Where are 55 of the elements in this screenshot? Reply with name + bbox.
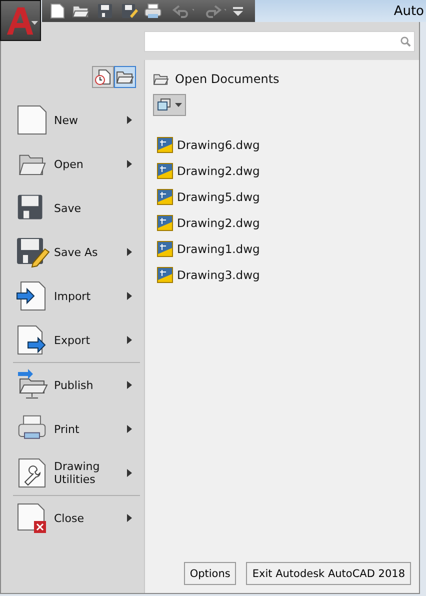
customize-dropdown-icon[interactable] (232, 5, 244, 17)
blank-page-icon (16, 104, 48, 136)
application-menu-button[interactable] (0, 0, 41, 41)
search-field[interactable] (144, 30, 415, 52)
menu-item[interactable]: Export (1, 318, 144, 362)
submenu-arrow-icon (127, 336, 132, 344)
folder-icon[interactable] (72, 3, 90, 19)
menu-item[interactable]: Close (13, 495, 140, 540)
document-item[interactable]: Drawing2.dwg (153, 210, 411, 236)
submenu-arrow-icon (127, 469, 132, 477)
printer-icon[interactable] (144, 3, 162, 19)
submenu-arrow-icon (127, 160, 132, 168)
folder-icon (153, 72, 169, 86)
folder-network-icon (16, 369, 48, 401)
drawing-file-icon (157, 163, 173, 179)
submenu-arrow-icon (127, 116, 132, 124)
submenu-arrow-icon (127, 514, 132, 522)
menu-item[interactable]: Drawing Utilities (1, 451, 144, 495)
menu-item[interactable]: Save As (1, 230, 144, 274)
menu-item[interactable]: New (1, 98, 144, 142)
menu-item[interactable]: Import (1, 274, 144, 318)
drawing-file-icon (157, 189, 173, 205)
drawing-file-icon (157, 241, 173, 257)
document-item[interactable]: Drawing3.dwg (153, 262, 411, 288)
new-file-icon[interactable] (48, 3, 66, 19)
open-documents-button[interactable] (114, 66, 136, 88)
drawing-file-icon (157, 215, 173, 231)
document-item[interactable]: Drawing5.dwg (153, 184, 411, 210)
page-close-icon (16, 502, 48, 534)
submenu-arrow-icon (127, 292, 132, 300)
menu-item[interactable]: Open (1, 142, 144, 186)
save-as-icon[interactable] (120, 3, 138, 19)
submenu-arrow-icon (127, 425, 132, 433)
options-button[interactable]: Options (184, 562, 236, 585)
floppy-pencil-icon (16, 236, 50, 268)
menu-item[interactable]: Publish (13, 362, 140, 407)
submenu-arrow-icon (127, 381, 132, 389)
submenu-arrow-icon (127, 248, 132, 256)
drawing-file-icon (157, 137, 173, 153)
document-item[interactable]: Drawing1.dwg (153, 236, 411, 262)
document-item[interactable]: Drawing6.dwg (153, 132, 411, 158)
document-item[interactable]: Drawing2.dwg (153, 158, 411, 184)
view-dropdown-button[interactable] (153, 94, 186, 116)
page-wrench-icon (16, 457, 48, 489)
drawing-file-icon (157, 267, 173, 283)
section-title: Open Documents (175, 72, 280, 86)
recent-documents-button[interactable] (92, 66, 114, 88)
page-arrow-icon (16, 280, 48, 312)
menu-item[interactable]: Save (1, 186, 144, 230)
window-title: Auto (394, 4, 424, 18)
menu-item[interactable]: Print (1, 407, 144, 451)
page-arrow-icon (16, 324, 48, 356)
search-icon (400, 36, 411, 46)
save-icon[interactable] (96, 3, 114, 19)
exit-button[interactable]: Exit Autodesk AutoCAD 2018 (246, 562, 411, 585)
